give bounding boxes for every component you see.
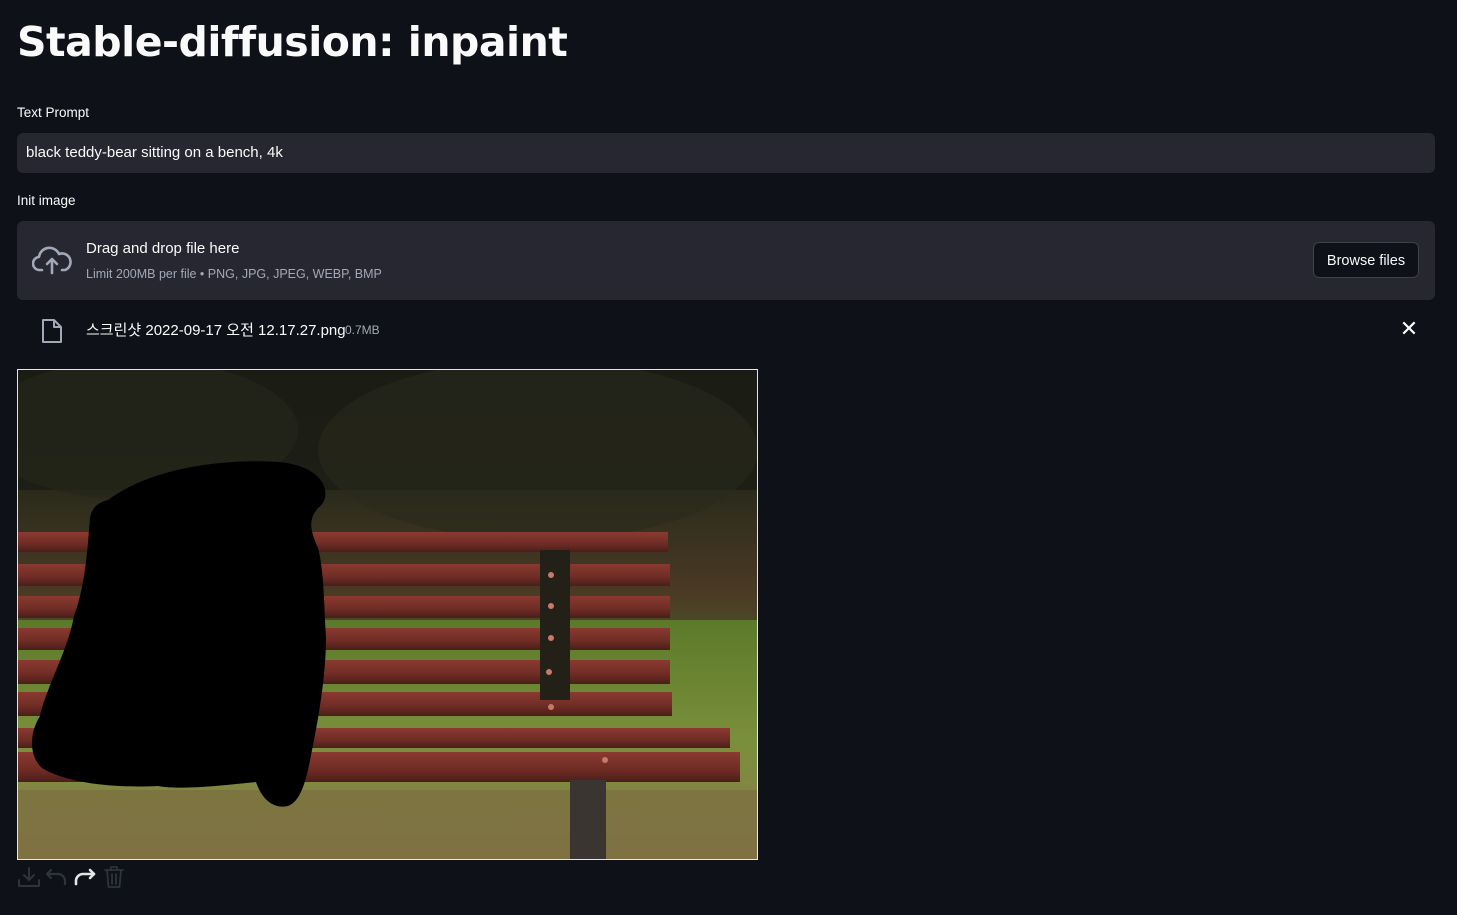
- page-title: Stable-diffusion: inpaint: [17, 18, 568, 66]
- uploaded-file-name: 스크린샷 2022-09-17 오전 12.17.27.png: [86, 322, 346, 339]
- text-prompt-input[interactable]: [17, 133, 1435, 173]
- trash-icon[interactable]: [102, 865, 126, 889]
- undo-icon[interactable]: [44, 865, 68, 889]
- app-page: Stable-diffusion: inpaint Text Prompt In…: [0, 0, 1457, 915]
- download-icon[interactable]: [17, 865, 41, 889]
- bench-photo: [18, 370, 757, 859]
- file-dropzone[interactable]: Drag and drop file here Limit 200MB per …: [17, 221, 1435, 300]
- browse-files-button[interactable]: Browse files: [1313, 242, 1419, 278]
- text-prompt-label: Text Prompt: [17, 105, 90, 120]
- cloud-upload-icon: [32, 246, 72, 275]
- dropzone-limit: Limit 200MB per file • PNG, JPG, JPEG, W…: [86, 267, 382, 281]
- redo-icon[interactable]: [73, 865, 97, 889]
- file-icon: [42, 319, 62, 343]
- inpaint-canvas[interactable]: [17, 369, 758, 860]
- init-image-label: Init image: [17, 193, 76, 208]
- dropzone-title: Drag and drop file here: [86, 240, 240, 257]
- close-icon[interactable]: ✕: [1399, 318, 1419, 340]
- uploaded-file-size: 0.7MB: [345, 323, 380, 337]
- uploaded-file-item: 스크린샷 2022-09-17 오전 12.17.27.png 0.7MB ✕: [17, 310, 1435, 350]
